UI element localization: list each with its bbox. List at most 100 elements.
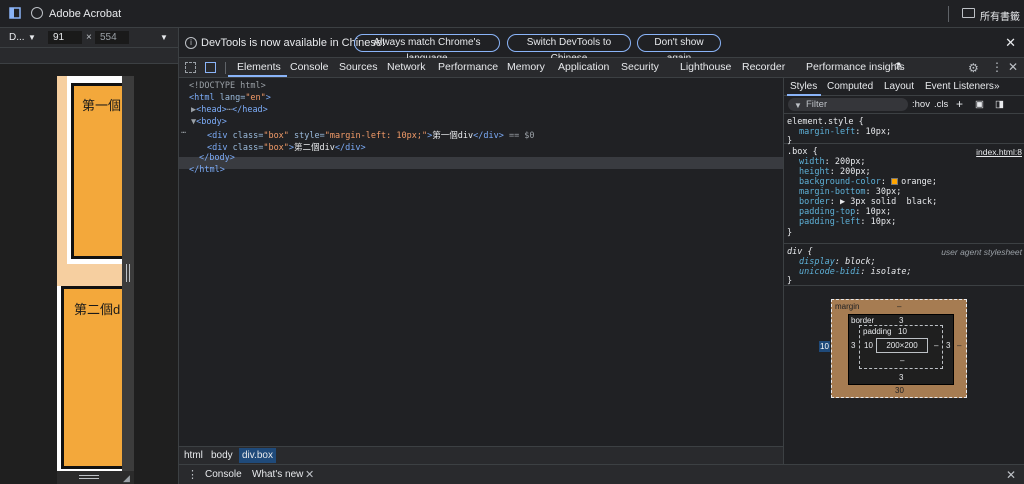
dimension-separator: × [86,32,92,43]
border-right-value[interactable]: 3 [946,341,950,350]
viewport-resize-handle[interactable] [122,76,134,471]
more-icon[interactable]: ⋯ [181,128,186,138]
info-icon: i [185,37,197,49]
more-tabs-icon[interactable]: » [994,81,1000,92]
declaration[interactable]: padding-top: 10px; [799,207,891,217]
viewport-bottom-resize-handle[interactable]: ◢ [57,471,134,484]
box-model-margin[interactable]: margin – 10 – 30 border 3 3 3 3 padding … [819,299,967,398]
property-value: 10px; [865,207,892,217]
node-doctype[interactable]: <!DOCTYPE html> [189,81,266,91]
breadcrumb-html[interactable]: html [181,450,206,461]
rule-selector: element.style { [787,117,864,127]
close-icon[interactable]: ✕ [1006,468,1016,482]
declaration[interactable]: margin-bottom: 30px; [799,187,901,197]
tab-security[interactable]: Security [621,61,659,73]
box-model-padding[interactable]: padding 10 10 – – 200×200 [859,325,943,369]
page-viewport[interactable]: 第一個 第二個d [57,76,122,471]
box-model-content[interactable]: 200×200 [876,338,928,353]
tab-memory[interactable]: Memory [507,61,545,73]
tab-computed[interactable]: Computed [827,81,873,92]
device-toggle-icon[interactable] [205,62,216,73]
devtools-dock-icon[interactable] [9,7,21,19]
dont-show-again-button[interactable]: Don't show again [637,34,721,64]
node-html[interactable]: <html lang="en"> [189,93,271,103]
declaration[interactable]: height: 200px; [799,167,871,177]
resize-corner-icon[interactable]: ◢ [123,473,130,484]
declaration[interactable]: margin-left: 10px; [799,127,891,137]
declaration[interactable]: width: 200px; [799,157,866,167]
all-bookmarks-button[interactable]: 所有書籤 [980,8,1020,23]
drawer-tab-whats-new[interactable]: What's new [252,469,303,480]
box-model-border[interactable]: border 3 3 3 3 padding 10 10 – – 200×200 [848,314,954,385]
gear-icon[interactable]: ⚙ [968,61,979,75]
declaration[interactable]: padding-left: 10px; [799,217,896,227]
padding-right-value[interactable]: – [934,341,938,350]
toggle-sidebar-icon[interactable]: ◨ [995,99,1004,110]
hover-state-toggle[interactable]: :hov [912,99,930,110]
chevron-down-icon[interactable]: ▼ [28,33,36,42]
chevron-down-icon[interactable]: ▼ [160,33,168,42]
attr-name: class= [232,131,264,141]
node-head[interactable]: ▶<head>⋯</head> [191,105,268,115]
margin-bottom-value[interactable]: 30 [895,386,904,395]
always-match-language-button[interactable]: Always match Chrome's language [354,34,500,64]
tab-performance[interactable]: Performance [438,61,498,73]
close-icon[interactable]: ✕ [1008,60,1018,74]
inspect-element-icon[interactable] [185,62,196,73]
switch-to-chinese-button[interactable]: Switch DevTools to Chinese [507,34,631,64]
node-body-close[interactable]: </body> [199,153,235,163]
border-left-value[interactable]: 3 [851,341,855,350]
viewport-width-input[interactable]: 91 [48,31,82,44]
color-swatch[interactable] [891,178,899,185]
add-rule-icon[interactable]: + [956,97,963,111]
close-icon[interactable]: ✕ [1005,35,1016,51]
tab-elements[interactable]: Elements [237,61,281,73]
node-div-second[interactable]: <div class="box">第二個div</div> [207,141,366,153]
tab-layout[interactable]: Layout [884,81,914,92]
divider [225,62,226,74]
property-name: width [799,157,825,167]
tab-styles[interactable]: Styles [790,81,817,92]
node-actions-dots[interactable]: ⋯ [181,128,186,138]
margin-top-value[interactable]: – [897,302,901,311]
rule-source-link[interactable]: index.html:8 [976,147,1022,157]
tab-application[interactable]: Application [558,61,609,73]
node-html-close[interactable]: </html> [189,165,225,175]
node-div-first[interactable]: <div class="box" style="margin-left: 10p… [207,129,535,141]
window-title: Adobe Acrobat [49,8,122,20]
tab-console[interactable]: Console [290,61,329,73]
more-options-icon[interactable]: ⋮ [991,60,1003,74]
class-toggle[interactable]: .cls [934,99,948,110]
breadcrumb-div-box[interactable]: div.box [239,448,276,463]
tab-lighthouse[interactable]: Lighthouse [680,61,731,73]
folder-icon[interactable] [962,8,975,18]
property-value: orange; [901,177,937,187]
padding-bottom-value[interactable]: – [900,356,904,365]
margin-left-value[interactable]: 10 [819,341,830,352]
more-options-icon[interactable]: ⋮ [187,468,198,481]
filter-input[interactable]: Filter [788,98,908,111]
declaration[interactable]: background-color: orange; [799,177,937,187]
padding-top-value[interactable]: 10 [898,327,907,336]
drawer-tab-console[interactable]: Console [205,469,242,480]
elements-tree: <!DOCTYPE html> <html lang="en"> ▶<head>… [179,78,783,446]
close-icon[interactable]: ✕ [305,468,314,481]
tab-network[interactable]: Network [387,61,426,73]
border-top-value[interactable]: 3 [899,316,903,325]
tab-event-listeners[interactable]: Event Listeners [925,81,994,92]
tab-performance-insights[interactable]: Performance insights [806,61,905,73]
device-select[interactable]: D... [9,32,25,43]
expand-triangle-icon[interactable]: ▶ [840,197,850,207]
margin-right-value[interactable]: – [957,341,961,350]
tab-sources[interactable]: Sources [339,61,378,73]
padding-left-value[interactable]: 10 [864,341,873,350]
border-bottom-value[interactable]: 3 [899,373,903,382]
paint-brush-icon[interactable]: ▣ [975,99,984,110]
node-body[interactable]: ▼<body> [191,117,227,127]
border-label: border [851,316,875,325]
viewport-height-input[interactable]: 554 [95,31,129,44]
declaration: unicode-bidi: isolate; [799,267,912,277]
breadcrumb-body[interactable]: body [208,450,236,461]
declaration[interactable]: border: ▶ 3px solid black; [799,197,937,207]
tab-recorder[interactable]: Recorder [742,61,785,73]
